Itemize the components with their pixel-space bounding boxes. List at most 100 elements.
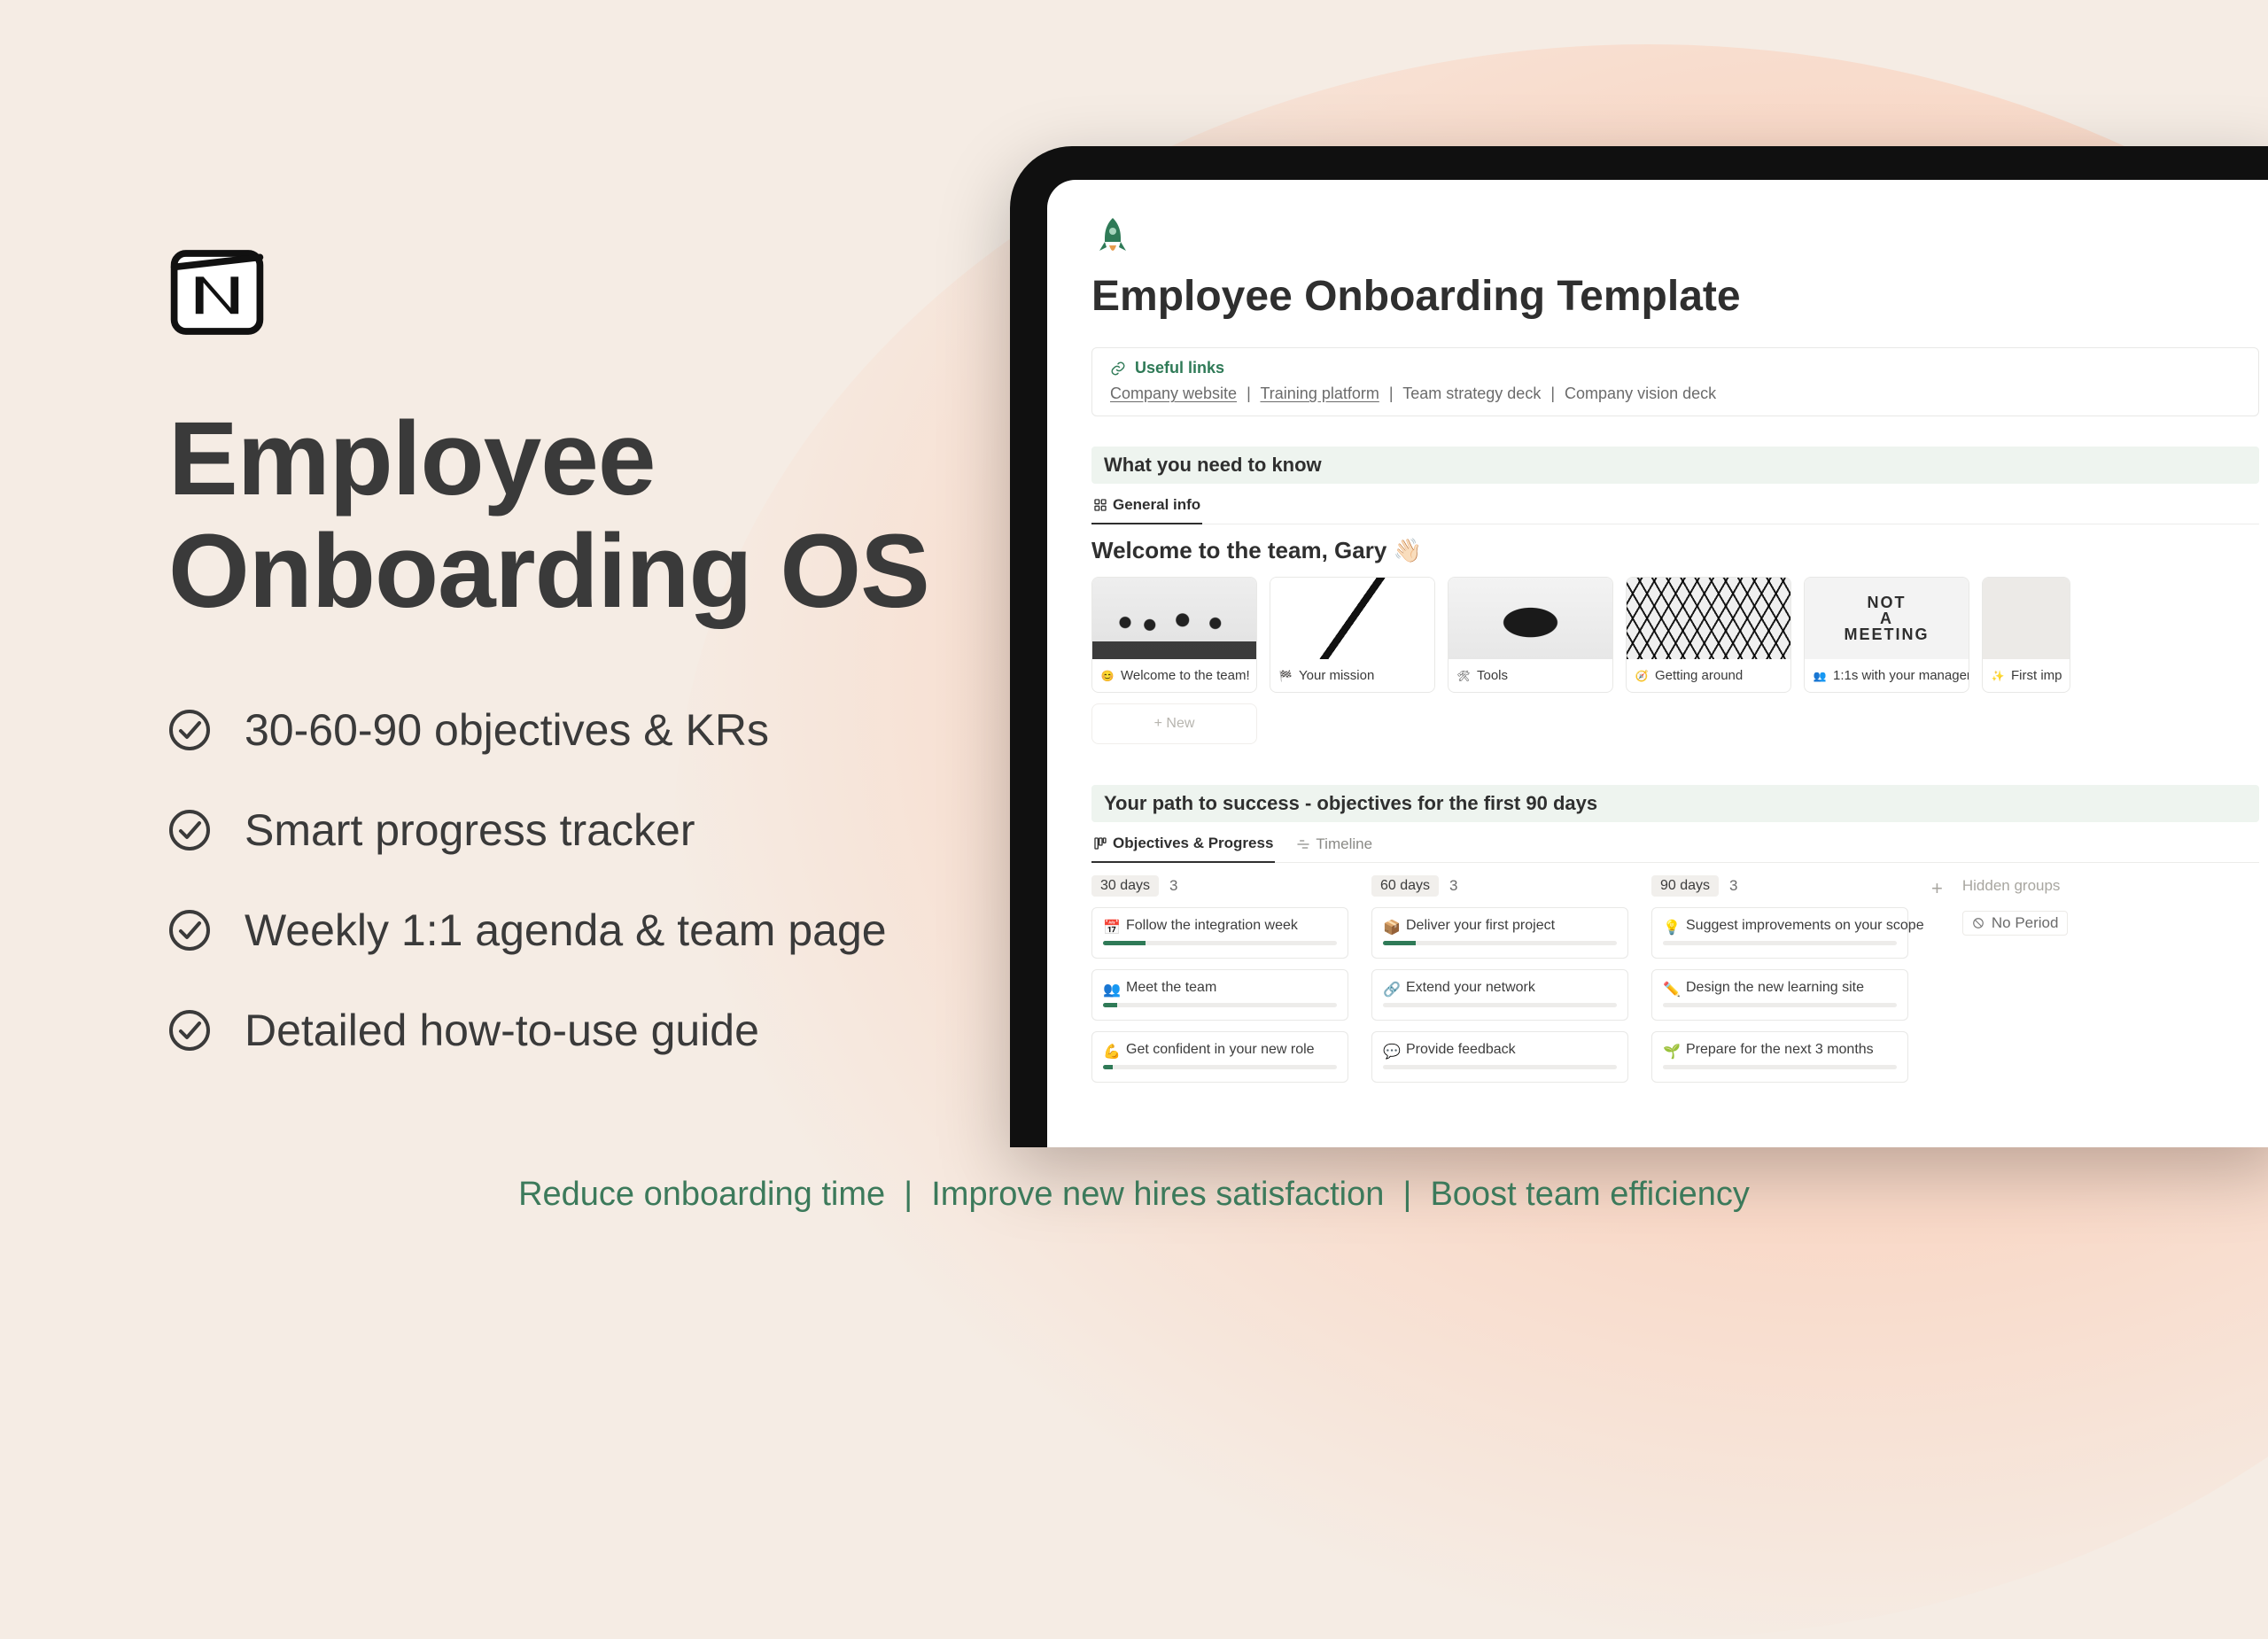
tagline-part: Boost team efficiency (1430, 1176, 1749, 1213)
link-team-strategy-deck[interactable]: Team strategy deck (1402, 385, 1541, 402)
card-label: Meet the team (1126, 980, 1216, 996)
tab-label: General info (1113, 496, 1200, 514)
tab-label: Timeline (1316, 835, 1372, 853)
info-card[interactable]: 🧭 Getting around (1626, 577, 1791, 693)
progress-bar (1383, 941, 1617, 945)
card-emoji-icon: 🔗 (1383, 981, 1397, 995)
info-tabs: General info (1091, 491, 2259, 524)
objectives-tabs: Objectives & Progress Timeline (1091, 829, 2259, 863)
link-training-platform[interactable]: Training platform (1260, 385, 1379, 402)
progress-bar (1663, 1065, 1897, 1069)
tagline: Reduce onboarding time | Improve new hir… (0, 1176, 2268, 1214)
objective-card[interactable]: ✏️Design the new learning site (1651, 969, 1908, 1021)
info-card-row: 😊Welcome to the team! 🏁Your mission 🛠Too… (1091, 577, 2268, 693)
check-icon (168, 709, 211, 751)
tab-label: Objectives & Progress (1113, 835, 1273, 852)
column-count: 3 (1169, 877, 1177, 895)
no-icon (1972, 917, 1984, 929)
gallery-icon (1093, 498, 1107, 512)
card-icon: 🧭 (1635, 670, 1648, 682)
card-label: Follow the integration week (1126, 918, 1298, 934)
objective-card[interactable]: 📦 Deliver your first project (1371, 907, 1628, 959)
info-card[interactable]: 🏁Your mission (1270, 577, 1435, 693)
check-icon (168, 809, 211, 851)
objective-card[interactable]: 🔗Extend your network (1371, 969, 1628, 1021)
objective-card[interactable]: 💬Provide feedback (1371, 1031, 1628, 1083)
kanban-right-controls: + Hidden groups No Period (1931, 875, 2109, 1093)
check-icon (168, 909, 211, 952)
kanban-column: 30 days 3 📅 Follow the integration week 👥… (1091, 875, 1348, 1093)
link-company-vision-deck[interactable]: Company vision deck (1565, 385, 1716, 402)
info-card[interactable]: 😊Welcome to the team! (1091, 577, 1257, 693)
card-label: Provide feedback (1406, 1042, 1516, 1058)
check-icon (168, 1009, 211, 1052)
objective-card[interactable]: 👥 Meet the team (1091, 969, 1348, 1021)
info-card[interactable]: ✨ First imp (1982, 577, 2070, 693)
feature-text: Detailed how-to-use guide (245, 1005, 759, 1056)
card-thumbnail: NOT A MEETING (1805, 578, 1969, 659)
column-header: 30 days 3 (1091, 875, 1348, 897)
column-count: 3 (1449, 877, 1457, 895)
tagline-part: Reduce onboarding time (518, 1176, 885, 1213)
useful-links-title: Useful links (1135, 359, 1224, 377)
card-label: Deliver your first project (1406, 918, 1555, 934)
card-icon: 👥 (1814, 670, 1826, 682)
card-label: Get confident in your new role (1126, 1042, 1315, 1058)
column-title: 30 days (1091, 875, 1159, 897)
tab-timeline[interactable]: Timeline (1294, 829, 1374, 862)
add-column-button[interactable]: + (1931, 877, 1943, 899)
progress-bar (1663, 1003, 1897, 1007)
card-icon: ✨ (1992, 670, 2004, 682)
objective-card[interactable]: 🌱 Prepare for the next 3 months (1651, 1031, 1908, 1083)
notion-logo-icon (168, 244, 266, 341)
feature-item: 30-60-90 objectives & KRs (168, 704, 929, 756)
progress-bar (1383, 1003, 1617, 1007)
column-header: 90 days 3 (1651, 875, 1908, 897)
kanban-column: 90 days 3 💡Suggest improvements on your … (1651, 875, 1908, 1093)
headline-line1: Employee (168, 400, 655, 517)
info-card[interactable]: NOT A MEETING 👥1:1s with your manager (1804, 577, 1969, 693)
card-emoji-icon: 🌱 (1663, 1043, 1677, 1057)
useful-links-row: Company website | Training platform | Te… (1110, 385, 2241, 403)
hidden-groups-label[interactable]: Hidden groups (1962, 877, 2069, 895)
feature-item: Weekly 1:1 agenda & team page (168, 905, 929, 956)
useful-links-callout: Useful links Company website | Training … (1091, 347, 2259, 416)
card-emoji-icon: 📦 (1383, 919, 1397, 933)
useful-links-heading: Useful links (1110, 359, 2241, 377)
objective-card[interactable]: 📅 Follow the integration week (1091, 907, 1348, 959)
headline-line2: Onboarding OS (168, 513, 929, 630)
info-card[interactable]: 🛠Tools (1448, 577, 1613, 693)
card-label: Getting around (1655, 668, 1743, 683)
card-thumbnail (1449, 578, 1612, 659)
card-thumbnail (1092, 578, 1256, 659)
card-label: Welcome to the team! (1121, 668, 1250, 683)
kanban-column: 60 days 3 📦 Deliver your first project 🔗E… (1371, 875, 1628, 1093)
card-emoji-icon: 💪 (1103, 1043, 1117, 1057)
new-card-button[interactable]: New (1091, 703, 1257, 744)
kanban-board: 30 days 3 📅 Follow the integration week 👥… (1091, 875, 2268, 1093)
timeline-icon (1296, 837, 1310, 851)
section-what-you-need: What you need to know (1091, 447, 2259, 484)
headline: Employee Onboarding OS (168, 403, 929, 629)
tablet-frame: Employee Onboarding Template Useful link… (1010, 146, 2268, 1147)
card-emoji-icon: 👥 (1103, 981, 1117, 995)
board-icon (1093, 836, 1107, 851)
objective-card[interactable]: 💪 Get confident in your new role (1091, 1031, 1348, 1083)
card-label: Suggest improvements on your scope (1686, 918, 1924, 934)
card-emoji-icon: 📅 (1103, 919, 1117, 933)
tab-objectives[interactable]: Objectives & Progress (1091, 829, 1275, 863)
card-icon: 🛠 (1457, 670, 1470, 682)
card-label: Prepare for the next 3 months (1686, 1042, 1874, 1058)
progress-bar (1663, 941, 1897, 945)
no-period-label: No Period (1992, 914, 2059, 932)
page-title: Employee Onboarding Template (1091, 272, 2268, 321)
feature-text: Weekly 1:1 agenda & team page (245, 905, 887, 956)
no-period-group[interactable]: No Period (1962, 911, 2069, 936)
card-label: First imp (2011, 668, 2062, 683)
column-title: 90 days (1651, 875, 1719, 897)
column-title: 60 days (1371, 875, 1439, 897)
link-company-website[interactable]: Company website (1110, 385, 1237, 402)
column-count: 3 (1729, 877, 1737, 895)
objective-card[interactable]: 💡Suggest improvements on your scope (1651, 907, 1908, 959)
tab-general-info[interactable]: General info (1091, 491, 1202, 524)
